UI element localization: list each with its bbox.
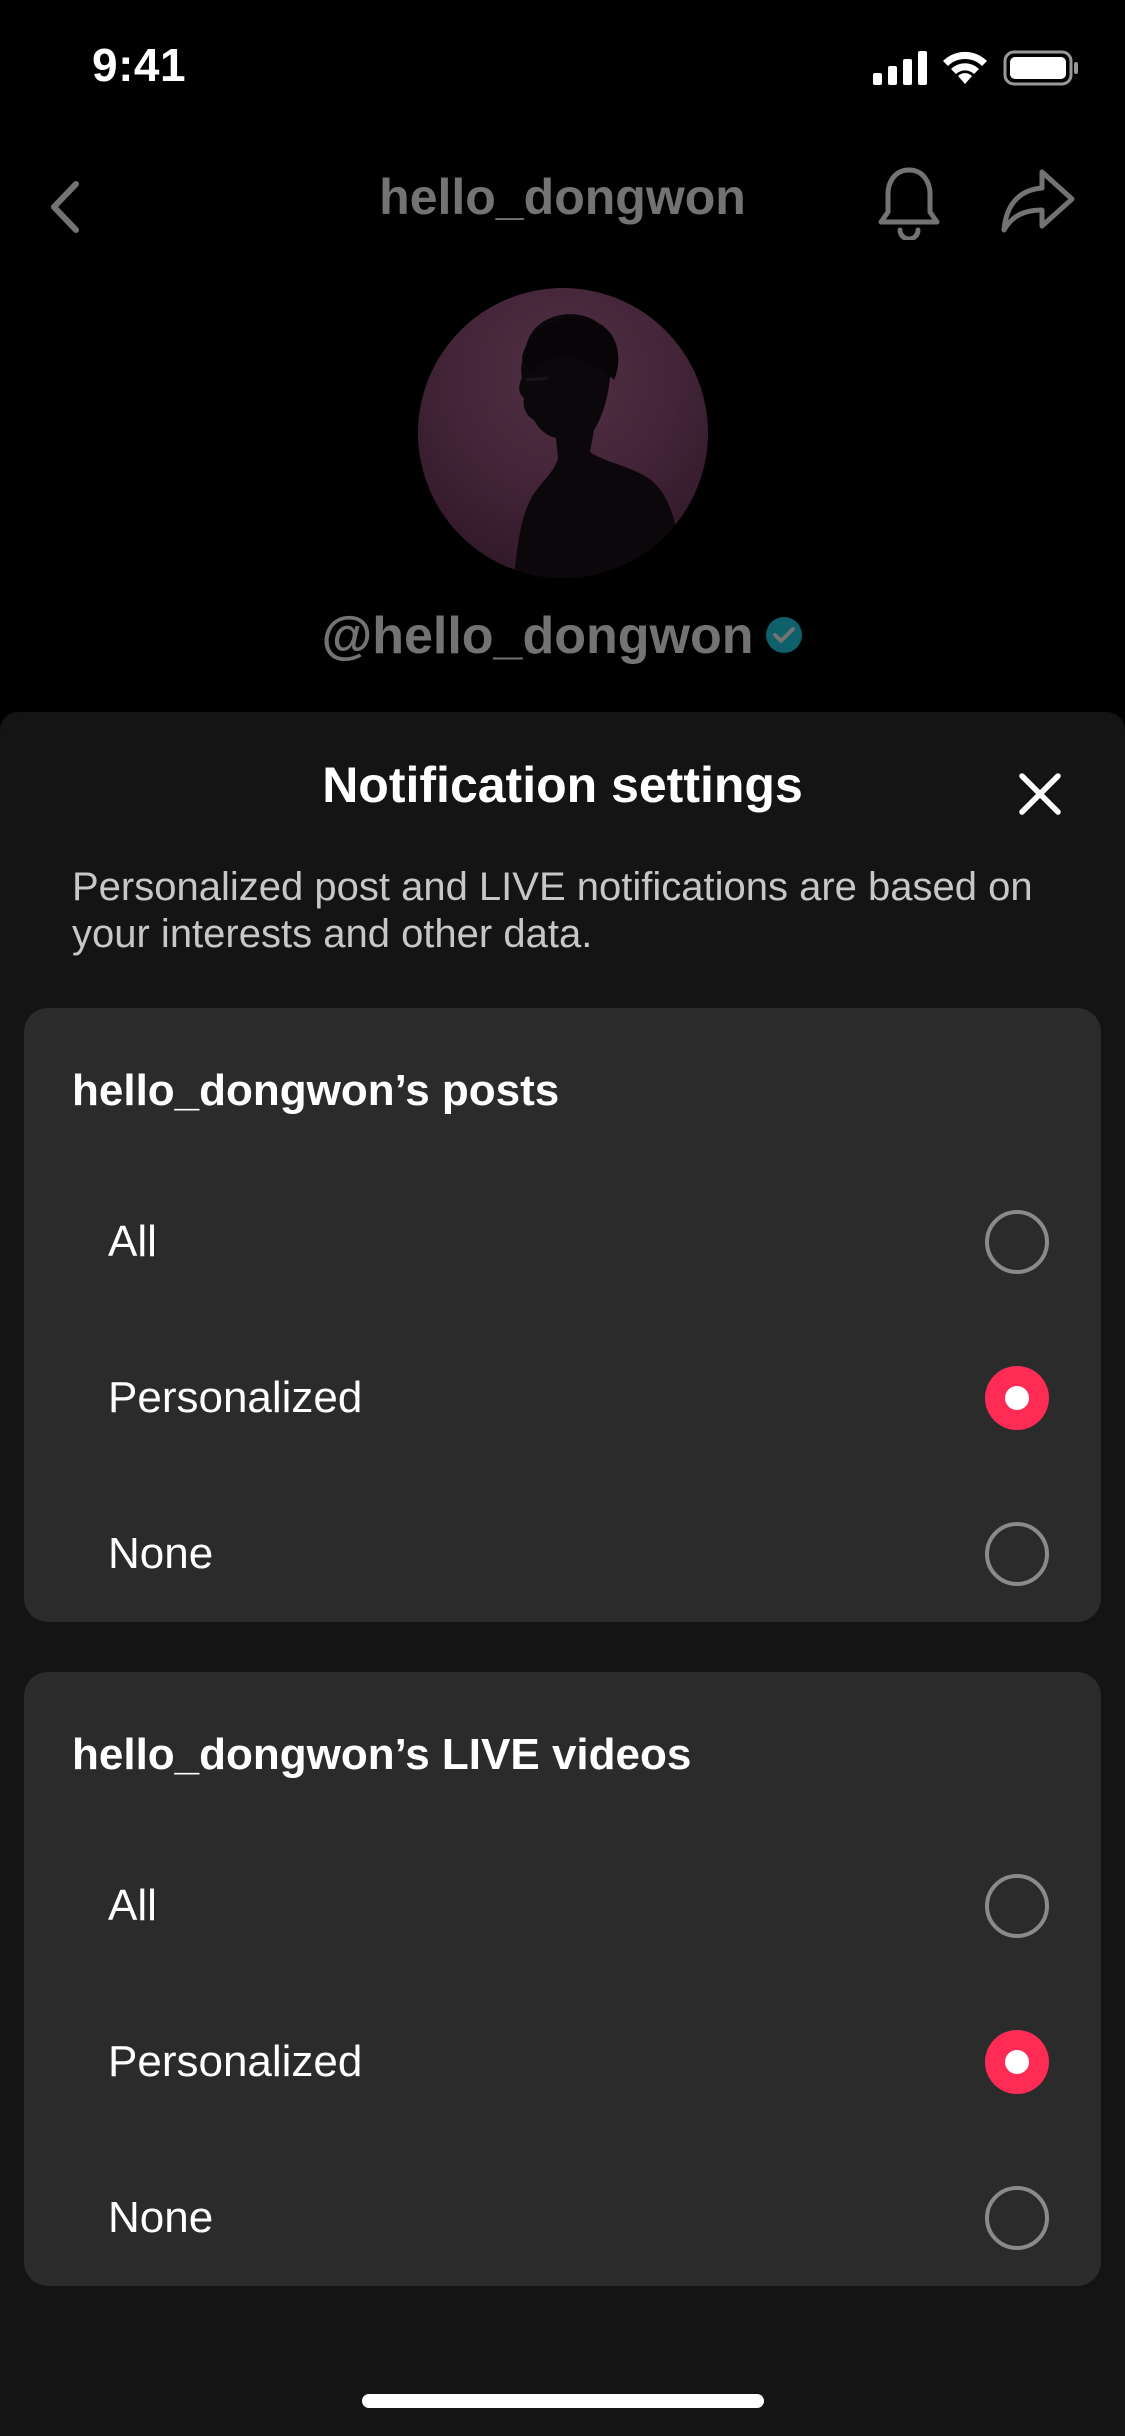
radio-button-unselected[interactable] xyxy=(985,1210,1049,1274)
profile-handle-text: @hello_dongwon xyxy=(321,607,754,665)
profile-nav-title: hello_dongwon xyxy=(379,169,746,225)
option-label: Personalized xyxy=(108,2037,363,2086)
option-label: None xyxy=(108,1529,214,1578)
status-time: 9:41 xyxy=(92,39,187,91)
posts-notification-card: hello_dongwon’s posts All Personalized N… xyxy=(24,1008,1101,1622)
option-label: All xyxy=(108,1881,157,1930)
posts-option-personalized[interactable]: Personalized xyxy=(24,1323,1101,1473)
status-icons xyxy=(873,50,1079,86)
screen: 9:41 hello_dongwon @hello_dongwon Notifi… xyxy=(0,0,1125,2436)
radio-button-selected[interactable] xyxy=(985,1366,1049,1430)
posts-option-all[interactable]: All xyxy=(24,1167,1101,1317)
profile-header: hello_dongwon @hello_dongwon xyxy=(0,132,1125,712)
verified-badge-icon xyxy=(765,617,802,654)
sheet-description: Personalized post and LIVE notifications… xyxy=(72,865,1033,956)
live-videos-section-title: hello_dongwon’s LIVE videos xyxy=(72,1730,692,1779)
radio-button-selected[interactable] xyxy=(985,2030,1049,2094)
notification-settings-sheet: Notification settings Personalized post … xyxy=(0,712,1125,2436)
live-option-all[interactable]: All xyxy=(24,1831,1101,1981)
live-videos-notification-card: hello_dongwon’s LIVE videos All Personal… xyxy=(24,1672,1101,2286)
profile-handle: @hello_dongwon xyxy=(0,606,1125,666)
wifi-icon xyxy=(943,51,987,84)
live-option-personalized[interactable]: Personalized xyxy=(24,1987,1101,2137)
avatar-portrait-image xyxy=(514,314,682,578)
bell-icon[interactable] xyxy=(876,164,942,240)
status-bar: 9:41 xyxy=(0,0,1125,132)
option-label: None xyxy=(108,2193,214,2242)
radio-button-unselected[interactable] xyxy=(985,2186,1049,2250)
cellular-signal-icon xyxy=(873,51,927,85)
radio-button-unselected[interactable] xyxy=(985,1874,1049,1938)
profile-avatar xyxy=(418,288,708,578)
radio-button-unselected[interactable] xyxy=(985,1522,1049,1586)
home-indicator[interactable] xyxy=(362,2394,764,2408)
option-label: Personalized xyxy=(108,1373,363,1422)
live-option-none[interactable]: None xyxy=(24,2143,1101,2293)
share-icon[interactable] xyxy=(1000,166,1076,236)
battery-icon xyxy=(1003,50,1078,86)
close-icon[interactable] xyxy=(1012,766,1068,822)
posts-section-title: hello_dongwon’s posts xyxy=(72,1066,560,1115)
sheet-title: Notification settings xyxy=(322,757,803,813)
option-label: All xyxy=(108,1217,157,1266)
posts-option-none[interactable]: None xyxy=(24,1479,1101,1629)
